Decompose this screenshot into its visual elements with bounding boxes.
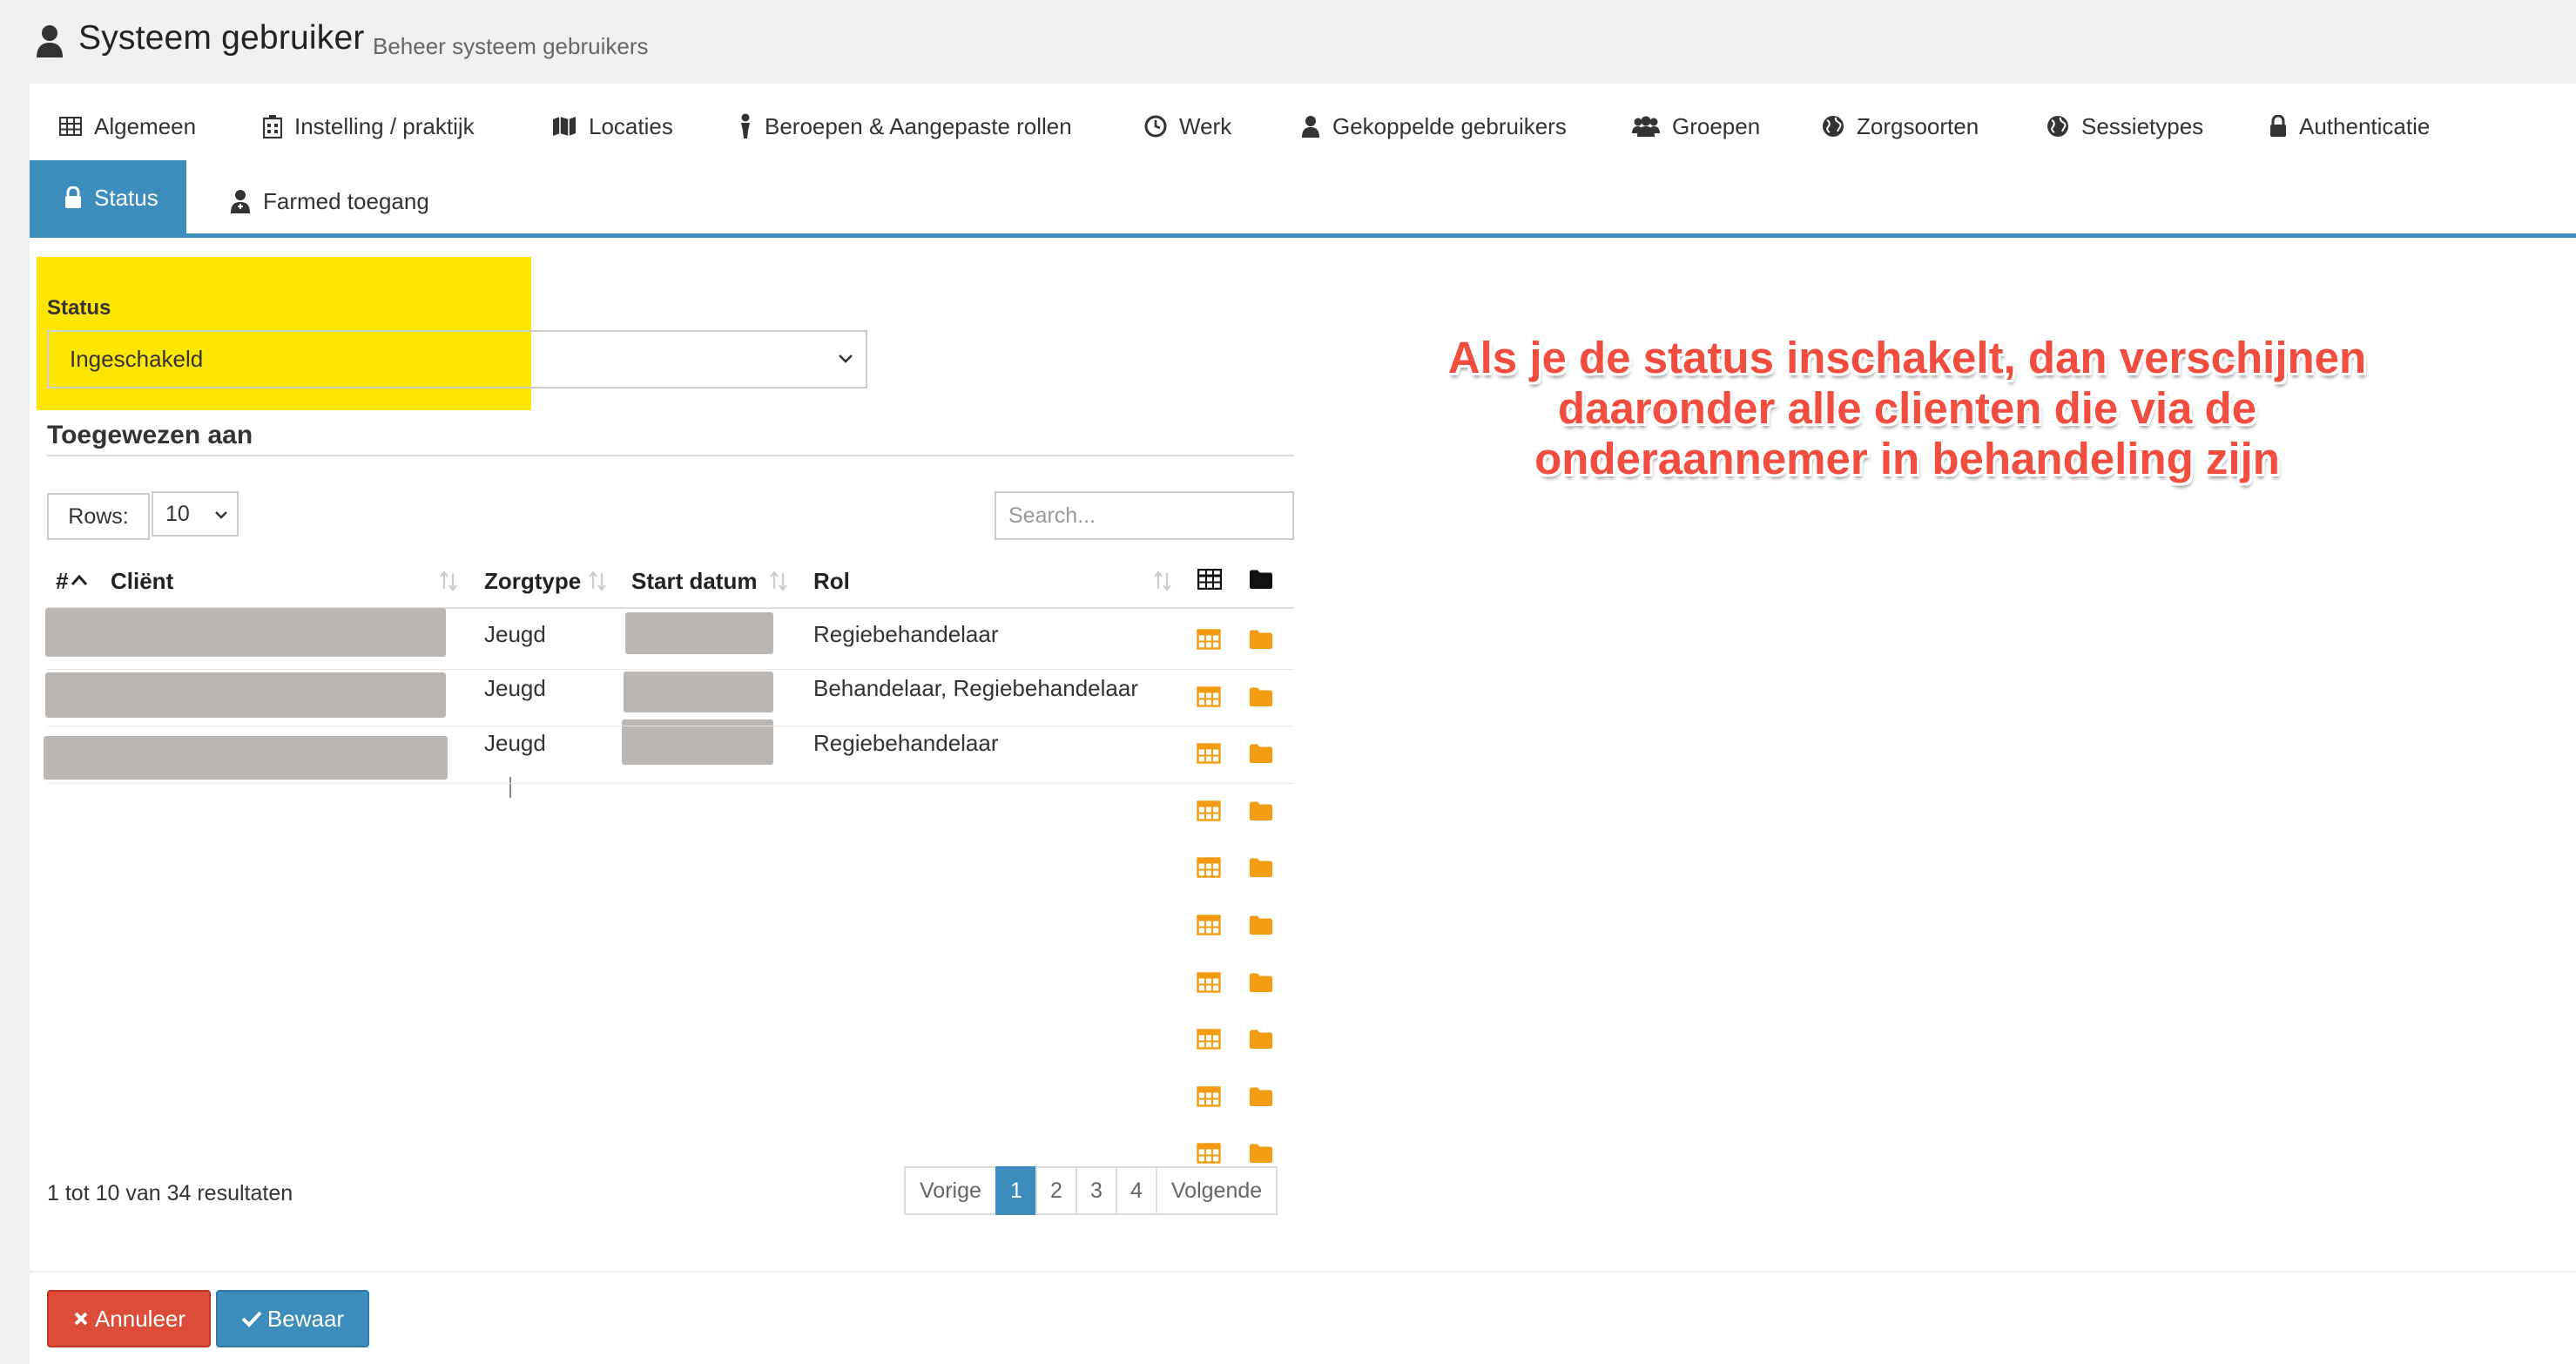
tab-gekoppelde-gebruikers[interactable]: Gekoppelde gebruikers <box>1301 89 1567 164</box>
tab-authenticatie[interactable]: Authenticatie <box>2269 89 2430 164</box>
tab-zorgsoorten[interactable]: Zorgsoorten <box>1822 89 1979 164</box>
globe-icon <box>1823 116 1844 137</box>
tab-locaties[interactable]: Locaties <box>552 89 673 164</box>
column-header-rol[interactable]: Rol <box>813 568 850 595</box>
redacted-start-date <box>625 612 773 654</box>
schedule-icon[interactable] <box>1197 743 1221 764</box>
annotation-callout: Als je de status inschakelt, dan verschi… <box>1447 333 2367 483</box>
cell-zorgtype: Jeugd <box>484 675 546 701</box>
folder-icon[interactable] <box>1249 1143 1273 1164</box>
tab-instelling-praktijk[interactable]: Instelling / praktijk <box>263 89 475 164</box>
folder-icon[interactable] <box>1249 857 1273 878</box>
folder-icon[interactable] <box>1249 800 1273 821</box>
section-title: Toegewezen aan <box>47 421 253 449</box>
folder-icon[interactable] <box>1249 629 1273 650</box>
map-icon <box>553 117 576 136</box>
row-divider <box>47 669 1294 670</box>
cell-rol: Regiebehandelaar <box>813 621 999 647</box>
globe-icon <box>2047 116 2068 137</box>
result-info: 1 tot 10 van 34 resultaten <box>47 1181 293 1205</box>
column-header-zorgtype[interactable]: Zorgtype <box>484 568 581 595</box>
search-input[interactable] <box>995 491 1294 540</box>
user-icon <box>37 25 63 57</box>
text-cursor <box>509 777 511 798</box>
tab-sessietypes[interactable]: Sessietypes <box>2047 89 2203 164</box>
user-tie-icon <box>741 113 750 138</box>
lock-icon <box>2270 115 2286 137</box>
schedule-icon[interactable] <box>1197 972 1221 993</box>
rows-select[interactable]: 10 <box>152 491 239 537</box>
schedule-icon[interactable] <box>1197 915 1221 935</box>
schedule-icon[interactable] <box>1197 1086 1221 1107</box>
folder-icon[interactable] <box>1249 1029 1273 1050</box>
lock-icon <box>65 186 81 208</box>
tab-beroepen[interactable]: Beroepen & Aangepaste rollen <box>738 89 1072 164</box>
page-4-button[interactable]: 4 <box>1115 1166 1157 1215</box>
divider <box>47 455 1294 456</box>
schedule-icon[interactable] <box>1197 629 1221 650</box>
page-1-button[interactable]: 1 <box>995 1166 1037 1215</box>
close-icon <box>74 1312 88 1326</box>
users-icon <box>1632 116 1660 137</box>
sort-icon[interactable] <box>588 570 607 592</box>
next-page-button[interactable]: Volgende <box>1155 1166 1278 1215</box>
cell-zorgtype: Jeugd <box>484 730 546 756</box>
cancel-button[interactable]: Annuleer <box>47 1290 211 1347</box>
folder-icon[interactable] <box>1249 686 1273 707</box>
prev-page-button[interactable]: Vorige <box>904 1166 997 1215</box>
tab-underline <box>30 233 2576 238</box>
rows-value: 10 <box>165 501 190 526</box>
cell-rol: Regiebehandelaar <box>813 730 999 756</box>
sort-icon[interactable] <box>439 570 458 592</box>
folder-icon[interactable] <box>1249 915 1273 935</box>
page-title: Systeem gebruiker <box>78 19 365 57</box>
tab-farmed-toegang[interactable]: Farmed toegang <box>230 164 429 239</box>
status-value: Ingeschakeld <box>70 346 204 372</box>
folder-icon[interactable] <box>1249 1086 1273 1107</box>
page-2-button[interactable]: 2 <box>1035 1166 1077 1215</box>
sort-asc-icon[interactable] <box>71 573 88 587</box>
folder-icon <box>1250 570 1272 589</box>
schedule-icon[interactable] <box>1197 1029 1221 1050</box>
folder-icon[interactable] <box>1249 972 1273 993</box>
page-subtitle: Beheer systeem gebruikers <box>373 33 649 59</box>
chevron-down-icon <box>215 511 227 519</box>
check-icon <box>241 1311 262 1327</box>
table-icon <box>1197 569 1222 590</box>
redacted-client <box>45 608 446 657</box>
folder-icon[interactable] <box>1249 743 1273 764</box>
redacted-client <box>44 736 448 780</box>
divider <box>30 1271 2576 1273</box>
schedule-icon[interactable] <box>1197 686 1221 707</box>
cell-rol: Behandelaar, Regiebehandelaar <box>813 675 1138 701</box>
user-md-icon <box>231 190 250 213</box>
tab-werk[interactable]: Werk <box>1144 89 1231 164</box>
status-select[interactable]: Ingeschakeld <box>47 330 867 388</box>
schedule-icon[interactable] <box>1197 1143 1221 1164</box>
chevron-down-icon <box>839 355 853 363</box>
save-button[interactable]: Bewaar <box>216 1290 369 1347</box>
table-icon <box>59 117 82 136</box>
rows-label: Rows: <box>47 493 150 540</box>
tab-groepen[interactable]: Groepen <box>1632 89 1760 164</box>
column-header-client[interactable]: Cliënt <box>111 568 173 595</box>
schedule-icon[interactable] <box>1197 857 1221 878</box>
pagination: Vorige 1 2 3 4 Volgende <box>904 1166 1278 1215</box>
row-divider <box>47 783 1294 784</box>
redacted-client <box>45 672 446 718</box>
redacted-start-date <box>624 672 773 712</box>
page-3-button[interactable]: 3 <box>1075 1166 1117 1215</box>
column-header-index[interactable]: # <box>56 568 68 595</box>
tab-algemeen[interactable]: Algemeen <box>59 89 196 164</box>
sort-icon[interactable] <box>1153 570 1172 592</box>
hospital-icon <box>263 115 282 138</box>
cell-zorgtype: Jeugd <box>484 621 546 647</box>
user-icon <box>1302 116 1319 138</box>
column-header-start-datum[interactable]: Start datum <box>631 568 757 595</box>
clock-icon <box>1144 115 1167 138</box>
tab-status[interactable]: Status <box>30 160 186 235</box>
schedule-icon[interactable] <box>1197 800 1221 821</box>
sort-icon[interactable] <box>769 570 788 592</box>
status-label: Status <box>47 296 111 320</box>
